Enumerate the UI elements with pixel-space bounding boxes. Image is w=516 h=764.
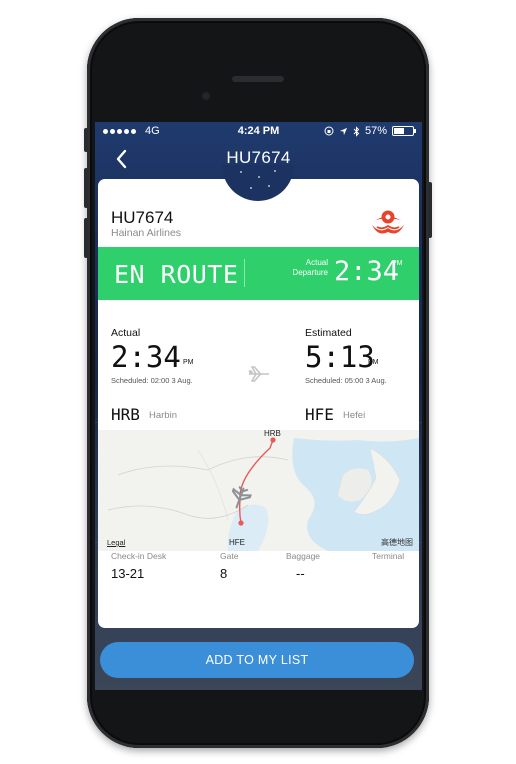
airline-name: Hainan Airlines [111, 227, 182, 239]
volume-up-button [84, 168, 88, 208]
actual-departure-ampm: PM [392, 260, 403, 267]
hainan-airlines-logo-icon [372, 210, 404, 234]
add-to-my-list-button[interactable]: ADD TO MY LIST [100, 642, 414, 678]
mute-switch [84, 128, 88, 152]
map-destination-label: HFE [229, 538, 245, 547]
orientation-lock-icon [324, 126, 334, 136]
flight-card: HU7674 Hainan Airlines EN ROUTE Actual D… [98, 179, 419, 628]
flight-status-banner: EN ROUTE Actual Departure 2:34 PM [98, 247, 419, 300]
destination-code: HFE [305, 405, 334, 424]
flight-number: HU7674 [111, 208, 174, 227]
flight-status: EN ROUTE [114, 260, 239, 289]
location-arrow-icon [339, 127, 348, 135]
bluetooth-icon [353, 125, 360, 137]
map-attribution: 高德地图 [381, 538, 413, 547]
earpiece-speaker [232, 76, 284, 82]
estimated-time: 5:13 [305, 340, 375, 374]
map-origin-label: HRB [264, 430, 281, 438]
route-map[interactable]: HRB HFE Legal 高德地图 [98, 430, 419, 551]
volume-down-button [84, 218, 88, 258]
airplane-icon [248, 366, 269, 382]
power-button [428, 182, 432, 238]
battery-icon [392, 126, 416, 136]
origin-code: HRB [111, 405, 140, 424]
app-screen: 4G 4:24 PM 57% HU7674 HU7674 Hainan Airl… [95, 122, 422, 690]
estimated-ampm: PM [368, 359, 379, 366]
estimated-label: Estimated [305, 327, 352, 339]
gate-value: 8 [220, 566, 228, 581]
map-legal-link[interactable]: Legal [107, 538, 125, 547]
checkin-desk-value: 13-21 [111, 566, 145, 581]
actual-departure-label: Actual Departure [292, 258, 328, 277]
status-bar: 4G 4:24 PM 57% [95, 122, 422, 140]
estimated-scheduled: Scheduled: 05:00 3 Aug. [305, 376, 387, 385]
terminal-info: Terminal [372, 551, 405, 561]
battery-percent: 57% [364, 125, 387, 137]
checkin-desk-info: Check-in Desk 13-21 [111, 551, 167, 581]
front-camera [201, 91, 211, 101]
origin-city: Harbin [149, 410, 177, 421]
actual-departure-time: 2:34 [334, 256, 400, 287]
actual-ampm: PM [183, 359, 194, 366]
flight-info-row: Check-in Desk 13-21 Gate 8 Baggage -- Te… [98, 551, 419, 603]
map-graphic [98, 430, 419, 551]
destination-city: Hefei [343, 410, 366, 421]
baggage-value: -- [296, 566, 305, 581]
gate-info: Gate 8 [220, 551, 239, 581]
status-divider [244, 259, 245, 287]
actual-scheduled: Scheduled: 02:00 3 Aug. [111, 376, 193, 385]
actual-label: Actual [111, 327, 141, 339]
baggage-info: Baggage -- [286, 551, 321, 581]
actual-time: 2:34 [111, 340, 181, 374]
